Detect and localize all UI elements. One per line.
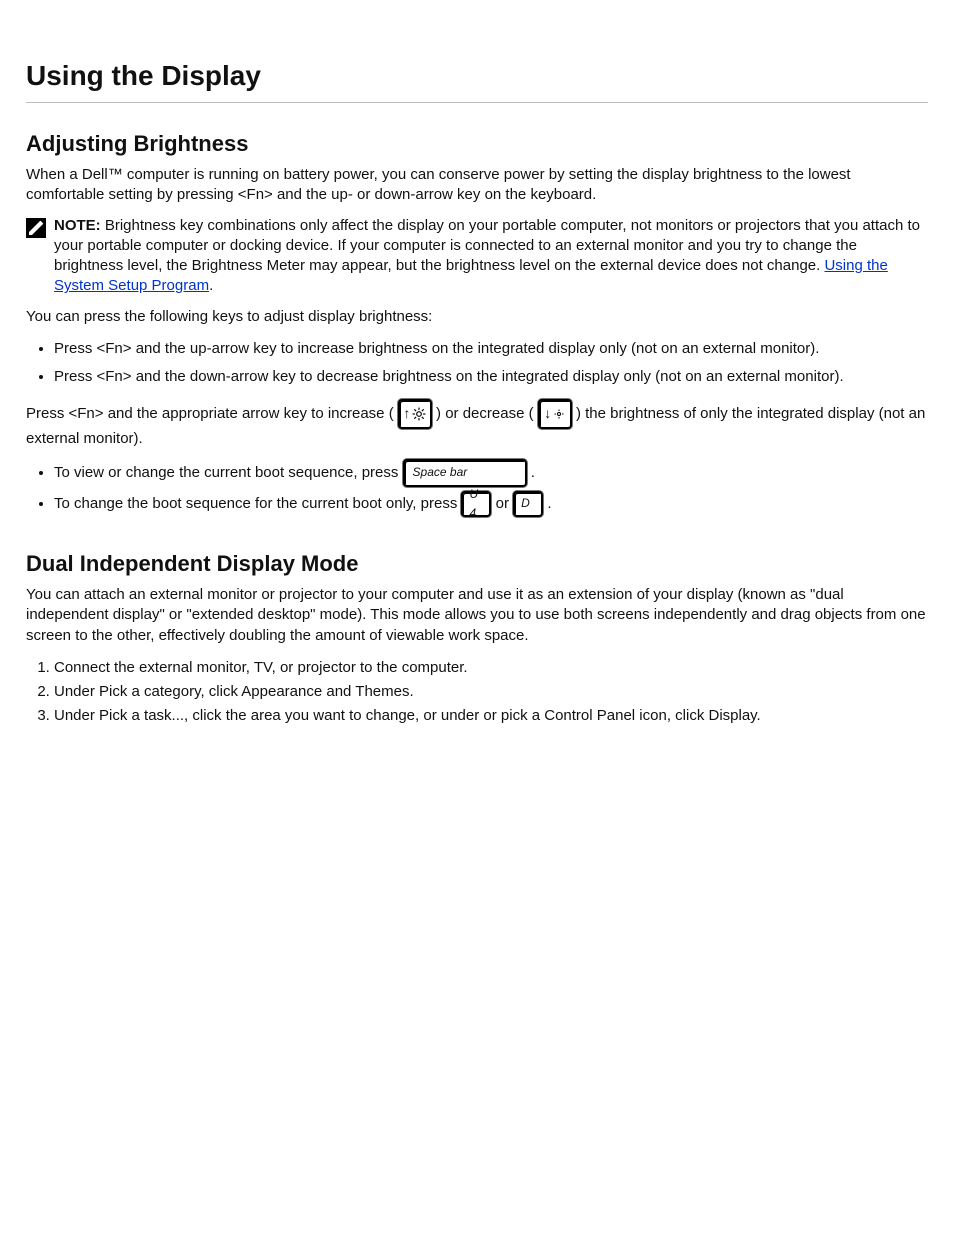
list-item: To change the boot sequence for the curr…	[54, 491, 928, 517]
page-title: Using the Display	[26, 60, 928, 92]
boot-item-1-pre: To change the boot sequence for the curr…	[54, 495, 461, 512]
u-key-icon: U 4	[461, 491, 491, 517]
boot-item-1-post: .	[547, 495, 551, 512]
note-row: NOTE: Brightness key combinations only a…	[26, 216, 928, 297]
spacebar-key-icon: Space bar	[403, 459, 527, 487]
pencil-note-icon	[26, 218, 46, 238]
dual-display-steps: Connect the external monitor, TV, or pro…	[54, 656, 928, 728]
boot-item-0-post: .	[531, 464, 535, 481]
list-item: Connect the external monitor, TV, or pro…	[54, 656, 928, 680]
note-label: NOTE:	[54, 217, 101, 234]
brightness-keys-intro-mid: ) or decrease (	[436, 405, 534, 422]
title-divider	[26, 102, 928, 103]
list-item: Under Pick a category, click Appearance …	[54, 680, 928, 704]
dual-display-para: You can attach an external monitor or pr…	[26, 585, 928, 646]
list-item: Under Pick a task..., click the area you…	[54, 704, 928, 728]
boot-sequence-bullets: To view or change the current boot seque…	[54, 459, 928, 517]
brightness-keys-intro-part1: Press <Fn> and the appropriate arrow key…	[26, 405, 394, 422]
list-item: To view or change the current boot seque…	[54, 459, 928, 487]
sun-bright-icon	[412, 407, 426, 421]
brightness-up-key-icon: ↑	[398, 399, 432, 429]
brightness-bullet-list: Press <Fn> and the up-arrow key to incre…	[54, 337, 928, 389]
document-page: Using the Display Adjusting Brightness W…	[0, 0, 954, 798]
d-key-icon: D	[513, 491, 543, 517]
adjusting-brightness-intro: When a Dell™ computer is running on batt…	[26, 165, 928, 206]
section-heading-dual-display: Dual Independent Display Mode	[26, 551, 928, 577]
list-item: Press <Fn> and the up-arrow key to incre…	[54, 337, 928, 361]
brightness-down-key-icon: ↓	[538, 399, 572, 429]
boot-item-1-mid: or	[496, 495, 514, 512]
section-heading-adjusting-brightness: Adjusting Brightness	[26, 131, 928, 157]
boot-item-0-pre: To view or change the current boot seque…	[54, 464, 403, 481]
sun-dim-icon	[553, 408, 565, 420]
list-item: Press <Fn> and the down-arrow key to dec…	[54, 365, 928, 389]
brightness-keys-intro: Press <Fn> and the appropriate arrow key…	[26, 399, 928, 449]
note-body: Brightness key combinations only affect …	[54, 217, 920, 275]
brightness-list-intro: You can press the following keys to adju…	[26, 307, 928, 327]
note-text: NOTE: Brightness key combinations only a…	[54, 216, 928, 297]
